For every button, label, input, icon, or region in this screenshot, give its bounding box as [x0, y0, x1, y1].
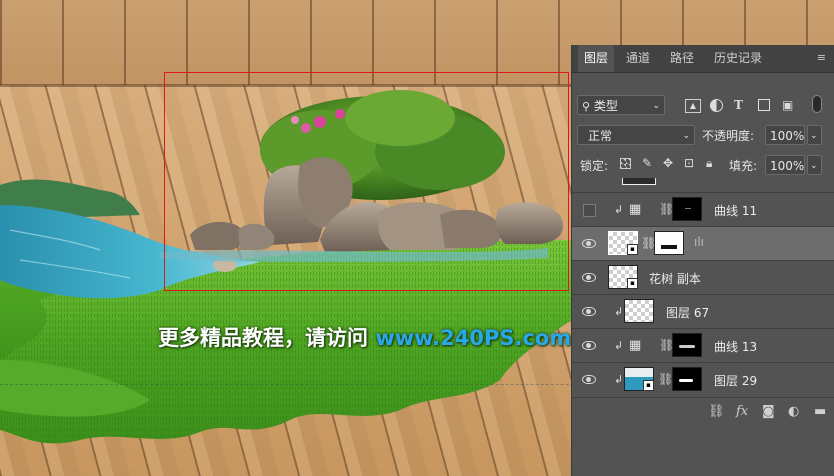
layer-mask-thumbnail[interactable] — [672, 333, 702, 357]
layer-mask-thumbnail[interactable] — [672, 367, 702, 391]
smart-object-badge-icon: ▪ — [627, 278, 638, 289]
fx-icon[interactable]: fx — [736, 404, 748, 419]
chain-link-icon[interactable]: ⛓︎ — [658, 372, 673, 386]
adjustment-filter-icon[interactable] — [710, 99, 723, 112]
eye-icon[interactable] — [582, 237, 596, 249]
panel-footer: ⛓︎ fx ◙ ◐ ▬ — [572, 397, 834, 426]
layer-thumbnail[interactable]: ▪ — [608, 265, 638, 289]
smart-object-filter-icon[interactable]: ▣ — [782, 98, 793, 112]
layer-row[interactable]: ↲ 图层 67 — [572, 294, 834, 328]
layer-name[interactable]: 曲线 11 — [714, 202, 757, 219]
filter-toggle[interactable] — [812, 95, 822, 113]
layers-panel: 图层 通道 路径 历史记录 ≡ ⚲ 类型 ⌄ ▲ T ▣ 正常 ⌄ 不透明度: … — [572, 45, 834, 476]
selection-marquee[interactable] — [164, 72, 569, 291]
lock-all-icon[interactable]: 🔒︎ — [706, 156, 712, 170]
eye-icon[interactable] — [582, 305, 596, 317]
filter-kind-value: 类型 — [593, 99, 618, 113]
layer-thumbnail[interactable]: ▪ — [624, 367, 654, 391]
lock-move-icon[interactable]: ✥ — [663, 156, 673, 170]
panel-tabs: 图层 通道 路径 历史记录 ≡ — [572, 45, 834, 73]
blend-mode-select[interactable]: 正常 ⌄ — [577, 125, 695, 145]
layer-row-selected[interactable]: ▪ ⛓︎ ılı — [572, 226, 834, 260]
smart-object-badge-icon: ▪ — [643, 380, 654, 391]
clipping-arrow-icon: ↲ — [614, 373, 624, 386]
layer-row[interactable]: ↲ ▦ ⛓︎ 曲线 11 — [572, 192, 834, 226]
layer-thumbnail[interactable]: ▪ — [608, 231, 638, 255]
opacity-dropdown[interactable]: ⌄ — [807, 125, 822, 145]
lock-artboard-icon[interactable]: ⊡ — [684, 156, 694, 170]
layer-row[interactable]: ↲ ▪ ⛓︎ 图层 29 — [572, 362, 834, 396]
fill-label: 填充: — [729, 159, 758, 173]
clipping-arrow-icon: ↲ — [614, 305, 624, 318]
lock-label: 锁定: — [580, 159, 609, 173]
tab-layers[interactable]: 图层 — [578, 45, 615, 72]
lock-transparent-icon[interactable] — [620, 158, 631, 169]
layer-row[interactable]: ▪ 花树 副本 — [572, 260, 834, 294]
eye-icon[interactable] — [582, 271, 596, 283]
layer-thumbnail-partial — [622, 178, 656, 185]
adjustment-icon[interactable]: ◐ — [788, 404, 799, 419]
link-icon[interactable]: ⛓︎ — [708, 404, 725, 419]
eye-icon[interactable] — [582, 373, 596, 385]
layer-row[interactable]: ↲ ▦ ⛓︎ 曲线 13 — [572, 328, 834, 362]
tab-paths[interactable]: 路径 — [664, 45, 700, 72]
fill-dropdown[interactable]: ⌄ — [807, 155, 822, 175]
chevron-down-icon: ⌄ — [682, 131, 690, 141]
layer-mask-thumbnail[interactable] — [672, 197, 702, 221]
layer-name[interactable]: 图层 67 — [666, 304, 709, 321]
search-icon: ⚲ — [582, 100, 591, 113]
mask-icon[interactable]: ◙ — [762, 404, 775, 419]
blend-mode-value: 正常 — [588, 129, 613, 143]
type-filter-icon[interactable]: T — [734, 98, 743, 112]
watermark-site: www.240PS.com — [375, 326, 572, 350]
watermark-main: 更多精品教程，请访问 — [158, 326, 376, 350]
clipping-arrow-icon: ↲ — [614, 339, 624, 352]
lock-brush-icon[interactable]: ✎ — [642, 156, 652, 170]
layer-name[interactable]: 图层 29 — [714, 372, 757, 389]
watermark-text: 更多精品教程，请访问 www.240PS.com — [158, 322, 571, 352]
filter-kind-select[interactable]: ⚲ 类型 ⌄ — [577, 95, 665, 115]
shape-filter-icon[interactable] — [758, 99, 770, 111]
opacity-label: 不透明度: — [702, 129, 755, 143]
layer-name[interactable]: 花树 副本 — [649, 270, 701, 287]
pixel-filter-icon[interactable]: ▲ — [685, 99, 701, 113]
visibility-off-toggle[interactable] — [583, 204, 596, 217]
curves-adjustment-icon: ▦ — [629, 202, 642, 217]
chevron-down-icon: ⌄ — [652, 101, 660, 111]
layer-mask-thumbnail[interactable] — [654, 231, 684, 255]
opacity-input[interactable]: 100% — [765, 125, 805, 145]
folder-icon[interactable]: ▬ — [814, 404, 826, 419]
tab-channels[interactable]: 通道 — [620, 45, 656, 72]
smart-object-badge-icon: ▪ — [627, 244, 638, 255]
panel-menu-icon[interactable]: ≡ — [817, 51, 826, 64]
layer-thumbnail[interactable] — [624, 299, 654, 323]
histogram-icon: ılı — [694, 235, 705, 249]
fill-input[interactable]: 100% — [765, 155, 805, 175]
eye-icon[interactable] — [582, 339, 596, 351]
clipping-arrow-icon: ↲ — [614, 203, 624, 216]
tab-history[interactable]: 历史记录 — [708, 45, 768, 72]
layer-name[interactable]: 曲线 13 — [714, 338, 757, 355]
curves-adjustment-icon: ▦ — [629, 338, 642, 353]
